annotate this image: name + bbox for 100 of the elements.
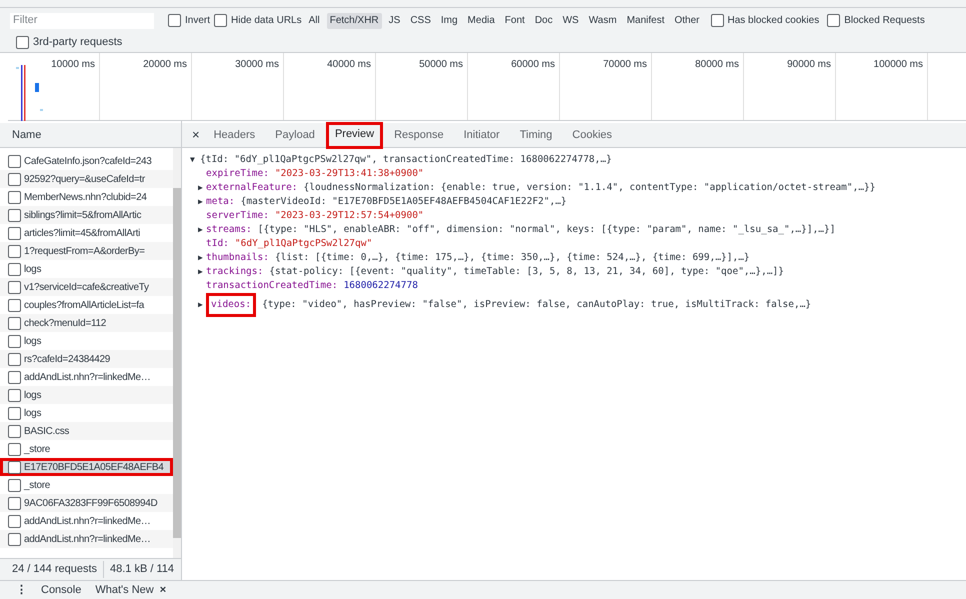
type-filter-button[interactable]: Fetch/XHR — [326, 12, 382, 28]
checkbox[interactable] — [8, 190, 21, 204]
checkbox[interactable] — [8, 514, 21, 528]
close-button[interactable]: × — [160, 582, 166, 598]
request-row[interactable]: check?menuId=112 — [0, 314, 173, 332]
property-key[interactable]: trackings: — [206, 265, 264, 279]
object-summary[interactable]: {tId: "6dY_pl1QaPtgcPSw2l27qw", transactionCreatedTime: 1680062274778,…} — [200, 153, 612, 167]
request-row[interactable]: logs — [0, 386, 173, 404]
drawer-tab[interactable]: Console — [41, 582, 82, 598]
detail-tab[interactable]: Cookies — [564, 122, 620, 148]
property-key[interactable]: expireTime: — [206, 167, 269, 181]
type-filter-button[interactable]: Font — [502, 12, 528, 28]
checkbox[interactable] — [8, 352, 21, 366]
request-row[interactable]: E17E70BFD5E1A05EF48AEFB4 — [0, 458, 173, 476]
checkbox[interactable] — [827, 14, 840, 27]
timeline-tick: 100000 ms — [874, 58, 923, 72]
checkbox[interactable] — [214, 14, 228, 27]
checkbox[interactable] — [8, 424, 21, 438]
status-text: 48.1 kB / 114 — [103, 561, 174, 578]
timeline-tick: 20000 ms — [143, 58, 187, 72]
toggle-icon[interactable]: ▶ — [198, 251, 206, 265]
request-row[interactable]: BASIC.css — [0, 422, 173, 440]
property-value: {masterVideoId: "E17E70BFD5E1A05EF48AEFB4504CAF1E22F2",…} — [240, 195, 567, 209]
detail-tab[interactable]: Response — [386, 122, 452, 148]
drawer-tab[interactable]: What's New — [95, 582, 154, 598]
request-row[interactable]: siblings?limit=5&fromAllArtic — [0, 206, 173, 224]
filter-field[interactable]: Filter — [10, 12, 154, 28]
property-value: "6dY_pl1QaPtgcPSw2l27qw" — [234, 237, 372, 251]
toggle-icon[interactable]: ▶ — [198, 298, 206, 312]
property-key[interactable]: thumbnails: — [206, 251, 269, 265]
request-row[interactable]: 9AC06FA3283FF99F6508994D — [0, 494, 173, 512]
close-button[interactable]: × — [190, 125, 202, 145]
timeline-tick: 70000 ms — [603, 58, 647, 72]
toggle-icon[interactable]: ▶ — [198, 265, 206, 279]
checkbox[interactable] — [8, 208, 21, 222]
checkbox[interactable] — [8, 298, 21, 312]
checkbox[interactable] — [8, 406, 21, 420]
type-filter-button[interactable]: Other — [671, 12, 702, 28]
request-row[interactable]: v1?serviceId=cafe&creativeTy — [0, 278, 173, 296]
property-key[interactable]: serverTime: — [206, 209, 269, 223]
property-key[interactable]: streams: — [206, 223, 252, 237]
property-value: "2023-03-29T12:57:54+0900" — [274, 209, 424, 223]
type-filter-button[interactable]: Img — [438, 12, 461, 28]
checkbox[interactable] — [8, 226, 21, 240]
drawer-menu-icon[interactable]: ⋮ — [16, 582, 27, 598]
property-value: "2023-03-29T13:41:38+0900" — [274, 167, 424, 181]
detail-tab[interactable]: Initiator — [456, 122, 508, 148]
timeline-tick: 40000 ms — [327, 58, 371, 72]
toggle-icon[interactable]: ▼ — [190, 153, 200, 167]
checkbox[interactable] — [8, 262, 21, 276]
checkbox-label: 3rd-party requests — [33, 35, 122, 50]
property-key[interactable]: videos: — [206, 293, 256, 317]
checkbox[interactable] — [8, 280, 21, 294]
checkbox[interactable] — [8, 172, 21, 186]
checkbox[interactable] — [8, 532, 21, 546]
timeline-tick: 90000 ms — [787, 58, 831, 72]
property-value: 1680062274778 — [344, 279, 418, 293]
checkbox[interactable] — [8, 442, 21, 456]
checkbox[interactable] — [8, 334, 21, 348]
detail-tab[interactable]: Timing — [512, 122, 560, 148]
checkbox-label: Blocked Requests — [844, 14, 925, 28]
request-row[interactable]: rs?cafeId=24384429 — [0, 350, 173, 368]
checkbox[interactable] — [8, 496, 21, 510]
checkbox[interactable] — [710, 14, 724, 27]
request-row[interactable]: 1?requestFrom=A&orderBy= — [0, 242, 173, 260]
checkbox[interactable] — [8, 370, 21, 384]
toggle-icon[interactable]: ▶ — [198, 223, 206, 237]
timeline-tick: 60000 ms — [511, 58, 555, 72]
property-key[interactable]: tId: — [206, 237, 229, 251]
detail-tab[interactable]: Preview — [326, 122, 382, 148]
request-row[interactable]: addAndList.nhn?r=linkedMe… — [0, 530, 173, 548]
request-row[interactable]: 92592?query=&useCafeId=tr — [0, 170, 173, 188]
checkbox[interactable] — [8, 388, 21, 402]
type-filter-button[interactable]: WS — [560, 12, 582, 28]
detail-tab[interactable]: Payload — [267, 122, 323, 148]
checkbox-label: Invert — [185, 14, 210, 28]
type-filter-button[interactable]: CSS — [407, 12, 434, 28]
property-value: {stat-policy: [{event: "quality", timeTable: [3, 5, 8, 13, 21, 34, 60], type: "qoe",…},…]} — [269, 265, 784, 279]
type-filter-button[interactable]: All — [306, 12, 323, 28]
toggle-icon[interactable]: ▶ — [198, 181, 206, 195]
checkbox[interactable] — [8, 244, 21, 258]
toggle-icon[interactable]: ▶ — [198, 195, 206, 209]
type-filter-button[interactable]: Doc — [532, 12, 556, 28]
property-key[interactable]: meta: — [206, 195, 235, 209]
type-filter-button[interactable]: JS — [386, 12, 404, 28]
type-filter-button[interactable]: Media — [464, 12, 498, 28]
checkbox[interactable] — [8, 316, 21, 330]
checkbox[interactable] — [8, 460, 21, 474]
name-column-header[interactable]: Name — [0, 123, 181, 148]
type-filter-button[interactable]: Wasm — [586, 12, 620, 28]
property-value: [{type: "HLS", enableABR: "off", dimension: "normal", keys: [{type: "param", name: "_lsu_sa_",…}],…}] — [258, 223, 836, 237]
checkbox[interactable] — [8, 154, 21, 168]
property-key[interactable]: transactionCreatedTime: — [206, 279, 338, 293]
detail-tab[interactable]: Headers — [206, 122, 264, 148]
checkbox[interactable] — [168, 14, 181, 27]
checkbox[interactable] — [8, 478, 21, 492]
property-key[interactable]: externalFeature: — [206, 181, 298, 195]
type-filter-button[interactable]: Manifest — [624, 12, 668, 28]
checkbox[interactable] — [16, 36, 29, 49]
scrollbar[interactable] — [173, 148, 181, 558]
